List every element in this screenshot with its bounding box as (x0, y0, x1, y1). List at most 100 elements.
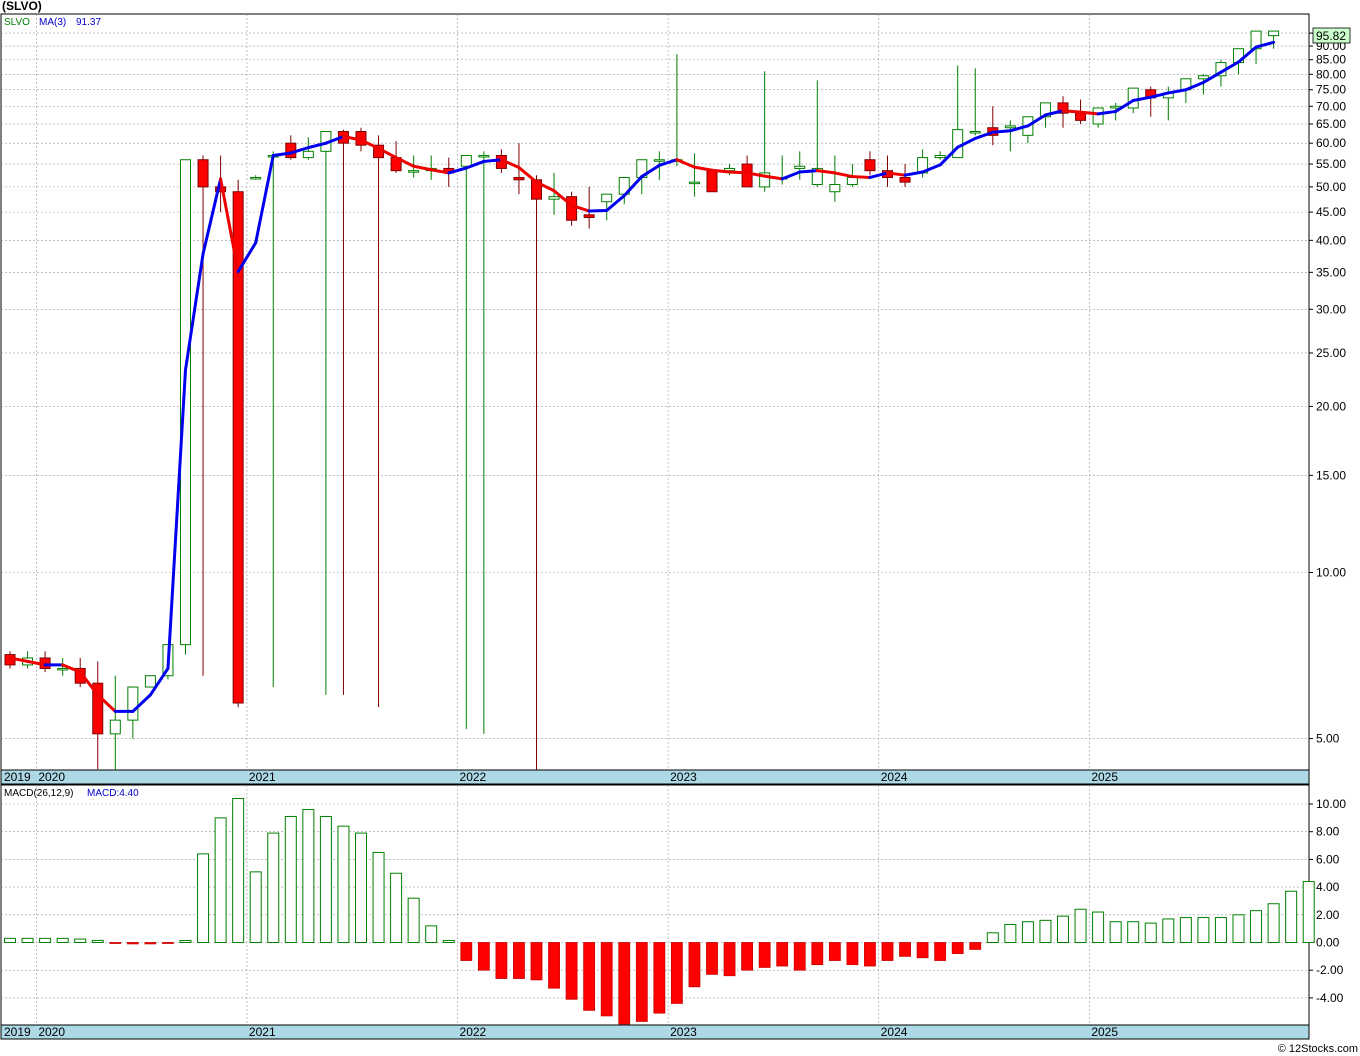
macd-bar (583, 942, 596, 1011)
candle-body (1004, 125, 1016, 129)
x-tick-label: 2024 (881, 1025, 908, 1039)
macd-bar (1250, 910, 1263, 944)
macd-bar (214, 817, 227, 943)
ma-segment (728, 170, 749, 175)
candle-body (688, 181, 700, 185)
macd-bar (425, 925, 438, 944)
candle-body (601, 193, 613, 203)
macd-bar (653, 942, 666, 1014)
candle-body (899, 176, 911, 183)
macd-bar (1267, 903, 1280, 943)
candle-body (408, 170, 420, 173)
x-tick-label: 2020 (38, 1025, 65, 1039)
macd-bar (741, 942, 753, 971)
price-legend-ma-label: MA(3) (39, 17, 66, 28)
x-tick-label: 2019 (4, 770, 31, 784)
price-y-tick-label: 65.00 (1316, 117, 1346, 131)
macd-bar (934, 942, 947, 961)
price-legend-ma-value: 91.37 (76, 17, 101, 28)
candle-body (952, 129, 964, 159)
ma-segment (1061, 109, 1083, 114)
macd-bar (91, 939, 104, 943)
macd-bar (1285, 890, 1298, 944)
macd-y-tick-label: 10.00 (1316, 797, 1346, 811)
x-tick-label: 2023 (670, 770, 697, 784)
macd-bar (1144, 922, 1157, 943)
price-y-tick-label: 50.00 (1316, 180, 1346, 194)
macd-bar (162, 942, 174, 944)
macd-bar (618, 942, 631, 1025)
candle-body (969, 131, 981, 134)
macd-bar (442, 939, 455, 943)
x-tick-label: 2022 (460, 770, 487, 784)
price-y-tick-label: 55.00 (1316, 157, 1346, 171)
macd-bar (460, 942, 473, 961)
price-legend-symbol: SLVO (4, 17, 30, 28)
watermark: © 12Stocks.com (1278, 1043, 1358, 1055)
macd-bar (267, 832, 280, 944)
macd-bar (899, 942, 911, 957)
candle-body (1092, 107, 1104, 125)
x-tick-label: 2025 (1091, 770, 1118, 784)
ma-segment (587, 209, 609, 213)
macd-y-tick-label: -4.00 (1316, 991, 1344, 1005)
macd-bar (1179, 917, 1192, 944)
macd-bar (372, 851, 385, 943)
macd-bar (969, 942, 982, 950)
macd-bar (56, 937, 69, 943)
price-y-tick-label: 45.00 (1316, 205, 1346, 219)
macd-bar (565, 942, 578, 1000)
x-tick-label: 2022 (460, 1025, 487, 1039)
macd-bar (881, 942, 894, 961)
candle-body (144, 675, 156, 688)
ma-segment (482, 158, 503, 163)
candle-body (583, 214, 595, 219)
macd-bar (232, 797, 245, 944)
candle-body (741, 163, 753, 188)
candle-body (1127, 87, 1139, 109)
macd-bar (1214, 917, 1227, 944)
macd-bar (776, 942, 789, 967)
macd-bar (1074, 908, 1087, 944)
macd-bar (1197, 917, 1210, 944)
candle-body (197, 159, 209, 188)
candle-body (934, 154, 946, 159)
macd-bar (1057, 915, 1069, 943)
macd-bar (109, 942, 122, 944)
x-tick-label: 2021 (249, 1025, 276, 1039)
price-y-tick-label: 60.00 (1316, 136, 1346, 150)
x-tick-label: 2021 (249, 770, 276, 784)
macd-bar (126, 942, 139, 945)
macd-bar (758, 942, 771, 968)
macd-bar (390, 872, 403, 943)
macd-bar (319, 815, 332, 944)
macd-bar (671, 942, 683, 1004)
chart-title: (SLVO) (2, 0, 42, 13)
macd-y-tick-label: 2.00 (1316, 908, 1340, 922)
price-y-tick-label: 5.00 (1316, 732, 1340, 746)
last-price-badge: 95.82 (1312, 27, 1351, 44)
macd-y-tick-label: 0.00 (1316, 936, 1340, 950)
macd-legend-label: MACD(26,12,9) (4, 788, 73, 799)
macd-bar (355, 832, 367, 944)
candle-body (478, 154, 490, 158)
ma-segment (1079, 110, 1100, 116)
macd-bar (197, 853, 210, 943)
macd-bar (249, 871, 262, 943)
ma-segment (798, 169, 819, 174)
candle-body (706, 170, 718, 193)
macd-bar (811, 942, 824, 966)
macd-bar (635, 942, 648, 1022)
price-y-tick-label: 30.00 (1316, 302, 1346, 316)
macd-bar (39, 937, 52, 943)
macd-bar (21, 937, 34, 943)
macd-bar (1109, 921, 1122, 943)
candle-body (1268, 30, 1280, 37)
macd-bar (951, 942, 964, 954)
macd-bar (1127, 921, 1140, 943)
candle-body (460, 154, 472, 167)
x-tick-label: 2025 (1091, 1025, 1118, 1039)
candle-body (653, 159, 665, 162)
candle-body (250, 176, 262, 180)
macd-bar (548, 942, 560, 989)
